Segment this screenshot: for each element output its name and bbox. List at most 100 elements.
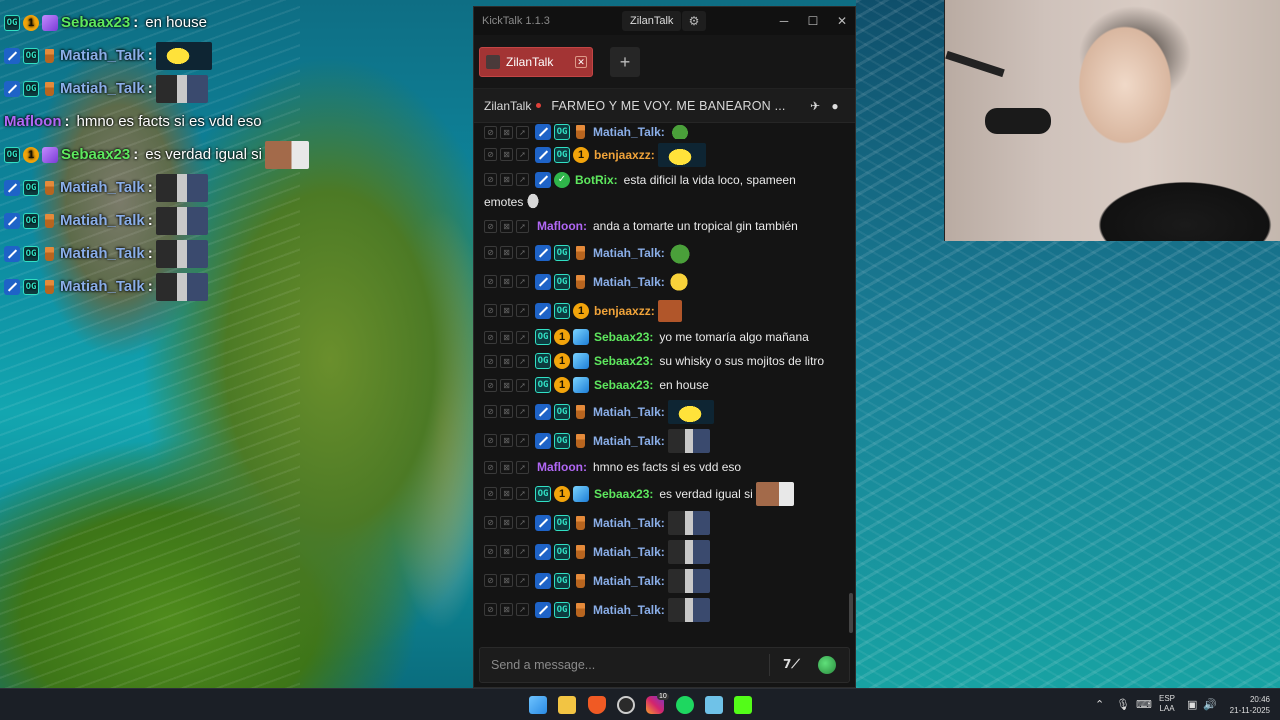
pin-message-icon[interactable]: ➚ bbox=[516, 330, 529, 344]
chat-username[interactable]: Matiah_Talk: bbox=[593, 246, 665, 260]
pin-message-icon[interactable]: ➚ bbox=[516, 545, 529, 558]
chat-username[interactable]: Mafloon: bbox=[537, 219, 587, 233]
ban-icon[interactable]: ⊠ bbox=[500, 434, 513, 447]
ban-icon[interactable]: ⊠ bbox=[500, 354, 513, 368]
chat-username[interactable]: Matiah_Talk: bbox=[593, 275, 665, 289]
chat-username[interactable]: Matiah_Talk: bbox=[593, 574, 665, 588]
ban-icon[interactable]: ⊠ bbox=[500, 173, 513, 186]
ban-icon[interactable]: ⊠ bbox=[500, 304, 513, 317]
pin-message-icon[interactable]: ➚ bbox=[516, 603, 529, 616]
chat-username[interactable]: Matiah_Talk: bbox=[593, 125, 665, 139]
chat-username[interactable]: Sebaax23: bbox=[594, 330, 653, 344]
timeout-icon[interactable]: ⊘ bbox=[484, 330, 497, 344]
pin-message-icon[interactable]: ➚ bbox=[516, 125, 529, 139]
pin-message-icon[interactable]: ➚ bbox=[516, 173, 529, 186]
ban-icon[interactable]: ⊠ bbox=[500, 378, 513, 392]
timeout-icon[interactable]: ⊘ bbox=[484, 246, 497, 259]
chat-username[interactable]: benjaaxzz: bbox=[594, 148, 655, 162]
add-tab-button[interactable]: + bbox=[610, 47, 640, 77]
message-input[interactable] bbox=[480, 648, 760, 682]
timeout-icon[interactable]: ⊘ bbox=[484, 603, 497, 616]
chat-username[interactable]: Matiah_Talk: bbox=[593, 516, 665, 530]
timeout-icon[interactable]: ⊘ bbox=[484, 304, 497, 317]
settings-gear-icon[interactable]: ⚙ bbox=[682, 11, 706, 31]
timeout-icon[interactable]: ⊘ bbox=[484, 354, 497, 368]
kick-emote-picker-icon[interactable] bbox=[818, 656, 836, 674]
pin-message-icon[interactable]: ➚ bbox=[516, 354, 529, 368]
clock[interactable]: 20:46 21-11-2025 bbox=[1224, 694, 1270, 716]
timeout-icon[interactable]: ⊘ bbox=[484, 574, 497, 587]
ban-icon[interactable]: ⊠ bbox=[500, 405, 513, 418]
file-explorer-icon[interactable] bbox=[558, 696, 576, 714]
pin-message-icon[interactable]: ➚ bbox=[516, 516, 529, 529]
chat-username[interactable]: benjaaxzz: bbox=[594, 304, 655, 318]
pin-message-icon[interactable]: ➚ bbox=[516, 460, 529, 474]
timeout-icon[interactable]: ⊘ bbox=[484, 173, 497, 186]
7tv-emote-picker-icon[interactable]: 7⟋ bbox=[783, 657, 805, 673]
timeout-icon[interactable]: ⊘ bbox=[484, 460, 497, 474]
pin-message-icon[interactable]: ➚ bbox=[516, 434, 529, 447]
timeout-icon[interactable]: ⊘ bbox=[484, 516, 497, 529]
close-icon[interactable]: ✕ bbox=[828, 11, 856, 31]
ban-icon[interactable]: ⊠ bbox=[500, 246, 513, 259]
ban-icon[interactable]: ⊠ bbox=[500, 574, 513, 587]
ban-icon[interactable]: ⊠ bbox=[500, 275, 513, 288]
chat-scrollbar[interactable] bbox=[849, 593, 853, 633]
ban-icon[interactable]: ⊠ bbox=[500, 516, 513, 529]
network-icon[interactable]: ▣ bbox=[1187, 698, 1197, 711]
timeout-icon[interactable]: ⊘ bbox=[484, 487, 497, 500]
timeout-icon[interactable]: ⊘ bbox=[484, 125, 497, 139]
pin-message-icon[interactable]: ➚ bbox=[516, 378, 529, 392]
timeout-icon[interactable]: ⊘ bbox=[484, 275, 497, 288]
pin-message-icon[interactable]: ➚ bbox=[516, 574, 529, 587]
chat-username[interactable]: Sebaax23: bbox=[594, 354, 653, 368]
start-menu-icon[interactable] bbox=[529, 696, 547, 714]
chat-username[interactable]: BotRix: bbox=[575, 173, 618, 187]
pin-message-icon[interactable]: ➚ bbox=[516, 148, 529, 161]
language-indicator[interactable]: ESP LAA bbox=[1159, 694, 1175, 714]
notepad-icon[interactable] bbox=[705, 696, 723, 714]
minimize-icon[interactable]: ─ bbox=[770, 11, 798, 31]
chat-username[interactable]: Matiah_Talk: bbox=[593, 545, 665, 559]
chat-username[interactable]: Matiah_Talk: bbox=[593, 603, 665, 617]
user-icon[interactable]: ● bbox=[828, 99, 842, 113]
chat-username[interactable]: Matiah_Talk: bbox=[593, 405, 665, 419]
ban-icon[interactable]: ⊠ bbox=[500, 545, 513, 558]
chevron-up-icon[interactable]: ⌃ bbox=[1095, 698, 1104, 711]
close-tab-icon[interactable]: ✕ bbox=[575, 56, 587, 68]
ban-icon[interactable]: ⊠ bbox=[500, 460, 513, 474]
pin-message-icon[interactable]: ➚ bbox=[516, 275, 529, 288]
timeout-icon[interactable]: ⊘ bbox=[484, 405, 497, 418]
pin-message-icon[interactable]: ➚ bbox=[516, 405, 529, 418]
spotify-icon[interactable] bbox=[676, 696, 694, 714]
ban-icon[interactable]: ⊠ bbox=[500, 603, 513, 616]
chat-log[interactable]: ⊘ ⊠ ➚ OG Matiah_Talk: ⊘ ⊠ ➚ OG 1 benjaaxzz: … bbox=[474, 124, 855, 639]
tab-zilantalk[interactable]: ZilanTalk ✕ bbox=[479, 47, 593, 77]
timeout-icon[interactable]: ⊘ bbox=[484, 219, 497, 233]
timeout-icon[interactable]: ⊘ bbox=[484, 434, 497, 447]
ban-icon[interactable]: ⊠ bbox=[500, 330, 513, 344]
timeout-icon[interactable]: ⊘ bbox=[484, 148, 497, 161]
ban-icon[interactable]: ⊠ bbox=[500, 487, 513, 500]
timeout-icon[interactable]: ⊘ bbox=[484, 378, 497, 392]
keyboard-icon[interactable]: ⌨ bbox=[1136, 698, 1152, 711]
pin-message-icon[interactable]: ➚ bbox=[516, 487, 529, 500]
ban-icon[interactable]: ⊠ bbox=[500, 219, 513, 233]
pin-message-icon[interactable]: ➚ bbox=[516, 304, 529, 317]
titlebar-channel-button[interactable]: ZilanTalk bbox=[622, 11, 682, 31]
pin-message-icon[interactable]: ➚ bbox=[516, 219, 529, 233]
timeout-icon[interactable]: ⊘ bbox=[484, 545, 497, 558]
obs-icon[interactable] bbox=[617, 696, 635, 714]
pin-message-icon[interactable]: ➚ bbox=[516, 246, 529, 259]
ban-icon[interactable]: ⊠ bbox=[500, 125, 513, 139]
pin-icon[interactable]: ✈ bbox=[808, 99, 822, 113]
kick-app-icon[interactable] bbox=[734, 696, 752, 714]
ban-icon[interactable]: ⊠ bbox=[500, 148, 513, 161]
chat-username[interactable]: Sebaax23: bbox=[594, 487, 653, 501]
brave-browser-icon[interactable] bbox=[588, 696, 606, 714]
chat-username[interactable]: Matiah_Talk: bbox=[593, 434, 665, 448]
microphone-icon[interactable]: 🎙 bbox=[1116, 698, 1130, 711]
volume-icon[interactable]: 🔊 bbox=[1203, 698, 1217, 711]
chat-username[interactable]: Mafloon: bbox=[537, 460, 587, 474]
maximize-icon[interactable]: ☐ bbox=[799, 11, 827, 31]
